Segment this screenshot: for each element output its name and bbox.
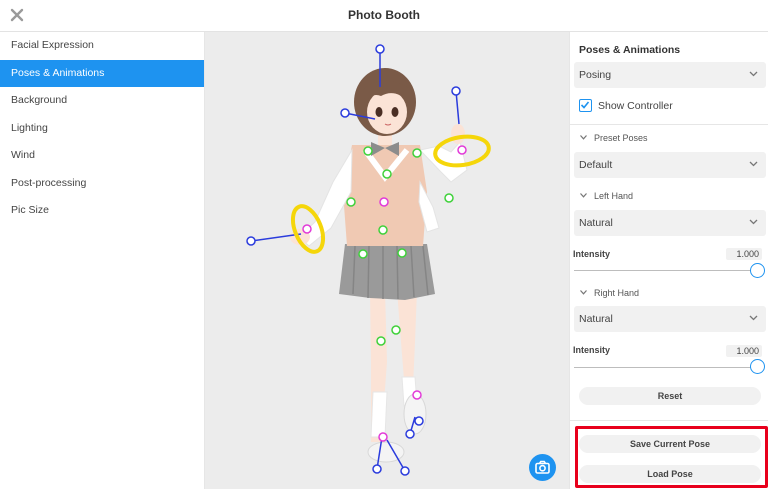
show-controller-label: Show Controller	[598, 100, 673, 112]
left-hand-value: Natural	[579, 217, 613, 229]
left-hand-intensity-thumb[interactable]	[750, 263, 765, 278]
sidebar-item-post-processing[interactable]: Post-processing	[0, 170, 204, 198]
right-hand-intensity-slider[interactable]	[574, 367, 758, 368]
take-photo-button[interactable]	[529, 454, 556, 481]
check-icon	[580, 101, 590, 109]
left-hand-intensity-slider[interactable]	[574, 270, 758, 271]
camera-icon	[535, 460, 550, 474]
chevron-down-icon	[580, 135, 587, 140]
mode-select[interactable]: Posing	[574, 62, 766, 88]
window-title: Photo Booth	[348, 8, 420, 22]
reset-button[interactable]: Reset	[579, 387, 761, 405]
category-sidebar: Facial Expression Poses & Animations Bac…	[0, 32, 205, 489]
chevron-down-icon	[580, 290, 587, 295]
divider	[570, 420, 768, 421]
right-hand-intensity-value[interactable]: 1.000	[726, 345, 762, 357]
title-bar: Photo Booth	[0, 0, 768, 32]
sidebar-item-facial-expression[interactable]: Facial Expression	[0, 32, 204, 60]
chevron-down-icon	[749, 315, 758, 321]
right-hand-header[interactable]: Right Hand	[580, 288, 639, 298]
left-hand-header[interactable]: Left Hand	[580, 191, 633, 201]
photo-booth-window: Photo Booth Facial Expression Poses & An…	[0, 0, 768, 489]
preset-poses-header[interactable]: Preset Poses	[580, 133, 648, 143]
sidebar-item-wind[interactable]: Wind	[0, 142, 204, 170]
chevron-down-icon	[749, 161, 758, 167]
left-hand-intensity-label: Intensity	[573, 249, 611, 259]
chevron-down-icon	[749, 219, 758, 225]
right-hand-value: Natural	[579, 313, 613, 325]
right-hand-intensity-thumb[interactable]	[750, 359, 765, 374]
chevron-down-icon	[749, 71, 758, 77]
left-hand-select[interactable]: Natural	[574, 210, 766, 236]
character-model	[246, 44, 491, 476]
panel-title: Poses & Animations	[579, 44, 681, 56]
right-hand-intensity-label: Intensity	[573, 345, 611, 355]
show-controller-checkbox[interactable]	[579, 99, 592, 112]
chevron-down-icon	[580, 193, 587, 198]
left-hand-label: Left Hand	[594, 191, 634, 201]
sidebar-item-pic-size[interactable]: Pic Size	[0, 197, 204, 225]
right-hand-label: Right Hand	[594, 288, 640, 298]
pose-viewport[interactable]	[205, 32, 569, 489]
sidebar-item-poses-animations[interactable]: Poses & Animations	[0, 59, 204, 87]
highlight-annotation	[575, 426, 768, 488]
divider	[570, 124, 768, 125]
preset-poses-select[interactable]: Default	[574, 152, 766, 178]
left-hand-intensity-value[interactable]: 1.000	[726, 248, 762, 260]
right-hand-select[interactable]: Natural	[574, 306, 766, 332]
sidebar-item-lighting[interactable]: Lighting	[0, 115, 204, 143]
preset-poses-value: Default	[579, 159, 613, 171]
sidebar-item-background[interactable]: Background	[0, 87, 204, 115]
preset-poses-label: Preset Poses	[594, 133, 648, 143]
mode-select-value: Posing	[579, 69, 612, 81]
poses-settings-panel: Poses & Animations Posing Show Controlle…	[569, 32, 768, 489]
